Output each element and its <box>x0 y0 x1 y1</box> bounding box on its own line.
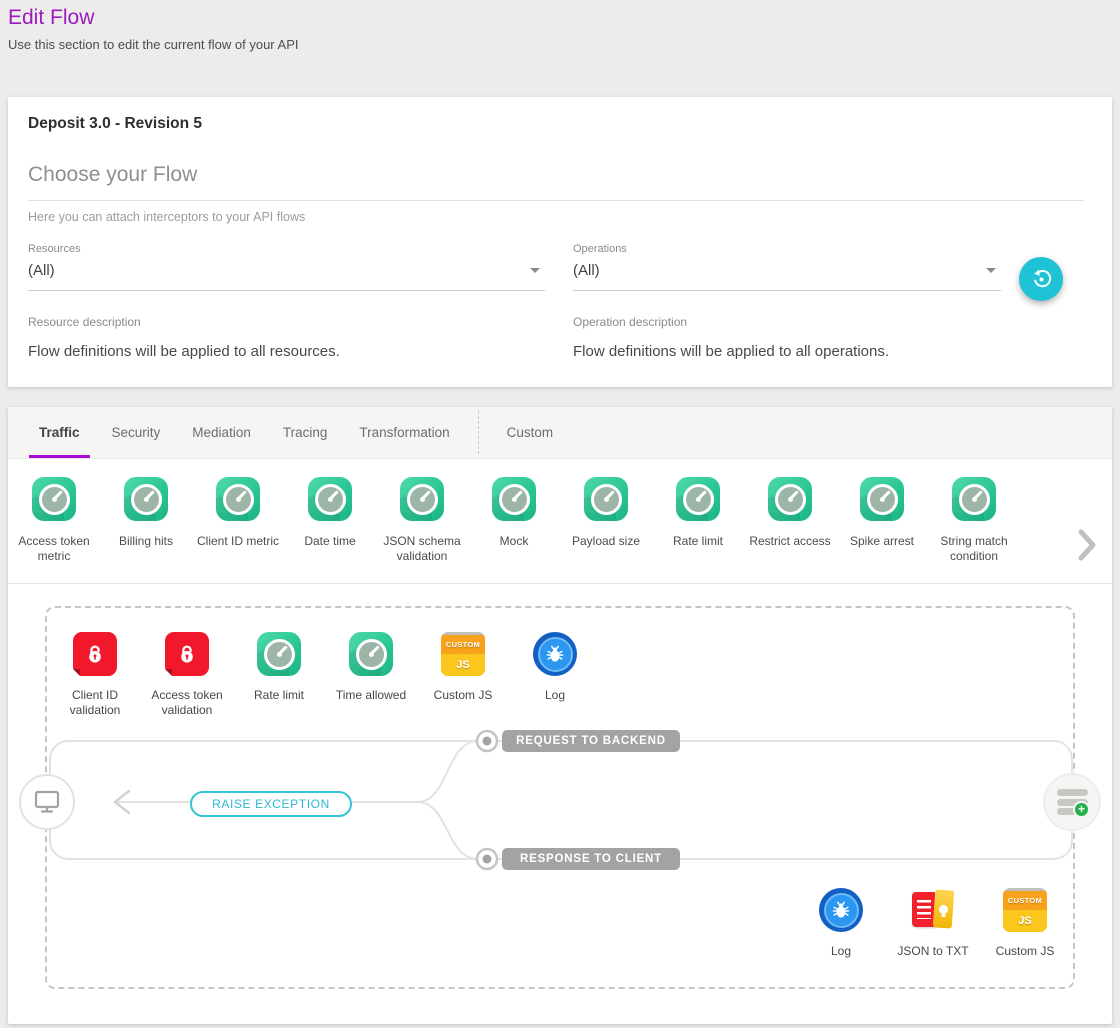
gauge-icon <box>952 477 996 521</box>
palette-interceptor-billing-hits[interactable]: Billing hits <box>100 477 192 564</box>
page-subtitle: Use this section to edit the current flo… <box>8 37 1112 52</box>
backend-endpoint-add[interactable]: + <box>1043 773 1101 831</box>
tab-security[interactable]: Security <box>96 407 177 458</box>
operation-description: Flow definitions will be applied to all … <box>573 343 889 360</box>
interceptor-palette: Access token metric Billing hits Client … <box>8 459 1112 584</box>
palette-interceptor-rate-limit[interactable]: Rate limit <box>652 477 744 564</box>
operations-label: Operations <box>573 243 1001 255</box>
operations-value: (All) <box>573 262 600 279</box>
palette-scroll-right-button[interactable] <box>1076 529 1098 563</box>
interceptor-tabs: Traffic Security Mediation Tracing Trans… <box>8 407 1112 459</box>
palette-interceptor-date-time[interactable]: Date time <box>284 477 376 564</box>
refresh-icon <box>1030 268 1053 291</box>
tab-traffic[interactable]: Traffic <box>23 407 96 458</box>
page-header: Edit Flow Use this section to edit the c… <box>0 0 1120 52</box>
resource-description: Flow definitions will be applied to all … <box>28 343 340 360</box>
flow-interceptor-custom-js[interactable]: CUSTOM JS Custom JS <box>417 632 509 718</box>
request-interceptors-row: Client ID validation Access token valida… <box>49 632 601 718</box>
dropdown-caret-icon <box>530 268 540 273</box>
resources-label: Resources <box>28 243 545 255</box>
edit-flow-page: Edit Flow Use this section to edit the c… <box>0 0 1120 1028</box>
palette-interceptor-mock[interactable]: Mock <box>468 477 560 564</box>
choose-flow-heading: Choose your Flow <box>28 163 1084 201</box>
palette-interceptor-json-schema-validation[interactable]: JSON schema validation <box>376 477 468 564</box>
gauge-icon <box>584 477 628 521</box>
flow-interceptor-log[interactable]: Log <box>509 632 601 718</box>
tab-divider <box>478 411 479 454</box>
palette-interceptor-client-id-metric[interactable]: Client ID metric <box>192 477 284 564</box>
palette-interceptor-access-token-metric[interactable]: Access token metric <box>8 477 100 564</box>
flow-interceptor-log-response[interactable]: Log <box>795 888 887 959</box>
api-revision-title: Deposit 3.0 - Revision 5 <box>28 115 202 133</box>
lock-icon <box>73 632 117 676</box>
flow-interceptor-access-token-validation[interactable]: Access token validation <box>141 632 233 718</box>
lock-icon <box>165 632 209 676</box>
bug-icon <box>819 888 863 932</box>
gauge-icon <box>492 477 536 521</box>
flow-interceptor-rate-limit[interactable]: Rate limit <box>233 632 325 718</box>
resources-value: (All) <box>28 262 55 279</box>
flow-canvas[interactable]: Client ID validation Access token valida… <box>45 606 1075 989</box>
gauge-icon <box>676 477 720 521</box>
resource-description-label: Resource description <box>28 315 141 329</box>
palette-interceptor-payload-size[interactable]: Payload size <box>560 477 652 564</box>
tab-custom[interactable]: Custom <box>491 407 570 458</box>
palette-interceptor-spike-arrest[interactable]: Spike arrest <box>836 477 928 564</box>
operation-description-label: Operation description <box>573 315 687 329</box>
palette-interceptor-string-match-condition[interactable]: String match condition <box>928 477 1020 564</box>
gauge-icon <box>32 477 76 521</box>
custom-js-icon: CUSTOM JS <box>441 632 485 676</box>
flow-interceptor-json-to-txt[interactable]: JSON to TXT <box>887 888 979 959</box>
json-to-txt-icon <box>911 888 955 932</box>
palette-interceptor-restrict-access[interactable]: Restrict access <box>744 477 836 564</box>
response-node <box>477 849 497 869</box>
choose-flow-hint: Here you can attach interceptors to your… <box>28 210 305 224</box>
gauge-icon <box>216 477 260 521</box>
flow-selector-card: Deposit 3.0 - Revision 5 Choose your Flo… <box>8 97 1112 387</box>
request-node <box>477 731 497 751</box>
bug-icon <box>533 632 577 676</box>
flow-editor-card: Traffic Security Mediation Tracing Trans… <box>8 407 1112 1024</box>
flow-interceptor-time-allowed[interactable]: Time allowed <box>325 632 417 718</box>
tab-tracing[interactable]: Tracing <box>267 407 344 458</box>
response-interceptors-row: Log JSON to TXT CUSTOM JS Custom JS <box>795 888 1071 959</box>
flow-interceptor-client-id-validation[interactable]: Client ID validation <box>49 632 141 718</box>
tab-mediation[interactable]: Mediation <box>176 407 267 458</box>
tab-transformation[interactable]: Transformation <box>343 407 465 458</box>
gauge-icon <box>768 477 812 521</box>
response-to-client-pill[interactable]: RESPONSE TO CLIENT <box>502 848 680 870</box>
monitor-icon <box>33 789 61 815</box>
gauge-icon <box>308 477 352 521</box>
gauge-icon <box>349 632 393 676</box>
gauge-icon <box>124 477 168 521</box>
gauge-icon <box>860 477 904 521</box>
gauge-icon <box>257 632 301 676</box>
add-plus-icon: + <box>1073 801 1090 818</box>
refresh-flow-button[interactable] <box>1019 257 1063 301</box>
dropdown-caret-icon <box>986 268 996 273</box>
raise-exception-pill[interactable]: RAISE EXCEPTION <box>190 791 352 817</box>
chevron-right-icon <box>1078 549 1096 564</box>
request-to-backend-pill[interactable]: REQUEST TO BACKEND <box>502 730 680 752</box>
resources-select[interactable]: Resources (All) <box>28 243 545 291</box>
gauge-icon <box>400 477 444 521</box>
operations-select[interactable]: Operations (All) <box>573 243 1001 291</box>
client-endpoint <box>19 774 75 830</box>
page-title: Edit Flow <box>8 6 1112 30</box>
flow-interceptor-custom-js-response[interactable]: CUSTOM JS Custom JS <box>979 888 1071 959</box>
custom-js-icon: CUSTOM JS <box>1003 888 1047 932</box>
